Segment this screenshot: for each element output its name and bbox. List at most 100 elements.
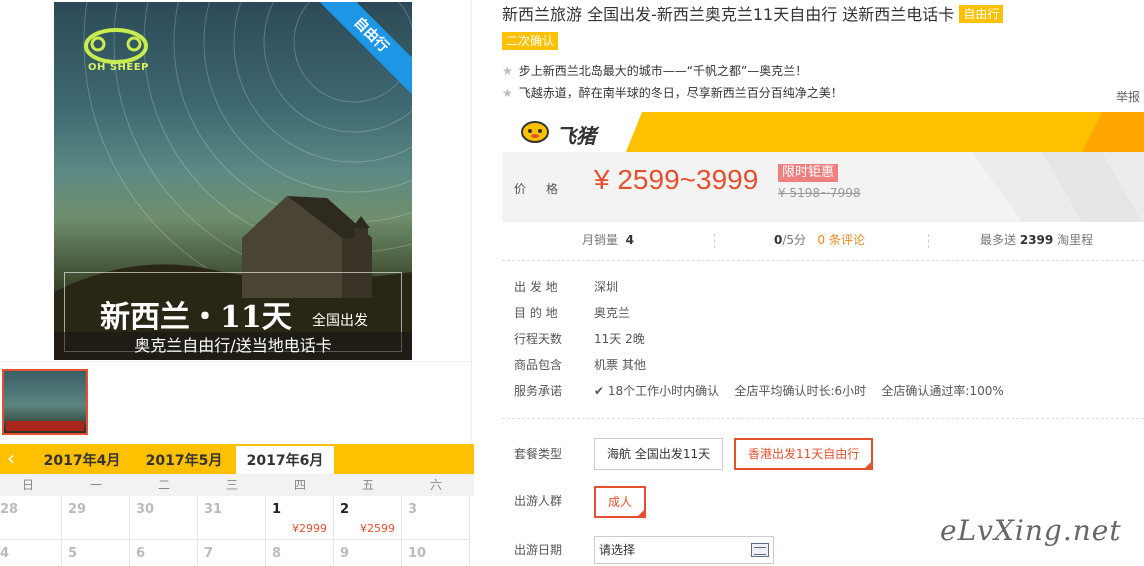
star-icon: ★ (502, 86, 513, 100)
calendar-day-price: ¥2999 (292, 522, 327, 535)
section-divider (502, 418, 1144, 419)
calendar-day-number: 30 (136, 502, 155, 517)
product-gallery: OH SHEEP 自由行 新西兰・11天 全国出发 奥克兰自由行/送当地电话卡 … (0, 0, 474, 566)
main-product-image[interactable]: OH SHEEP 自由行 新西兰・11天 全国出发 奥克兰自由行/送当地电话卡 (54, 2, 412, 360)
calendar-day: 31 (198, 496, 266, 540)
weekday-wed: 三 (225, 478, 238, 492)
calendar-header: ‹ 2017年4月 2017年5月 2017年6月 (0, 444, 474, 474)
image-subtitle: 全国出发 (312, 313, 368, 329)
calendar-day[interactable]: 1 ¥2999 (266, 496, 334, 540)
weekday-sun: 日 (21, 478, 34, 492)
calendar-day-number: 9 (340, 546, 350, 561)
thumbnail-1[interactable] (2, 369, 88, 435)
info-value: 11天 2晚 (594, 332, 645, 346)
info-key: 商品包含 (514, 358, 563, 372)
monthly-sales: 月销量 4 (582, 230, 634, 250)
fliggy-brand: 飞猪 (556, 124, 596, 148)
feature-1-text: 步上新西兰北岛最大的城市——“千帆之都”—奥克兰！ (518, 64, 808, 78)
package-option-hongkong[interactable]: 香港出发11天自由行 (734, 438, 874, 470)
free-travel-tag: 自由行 (959, 5, 1004, 23)
calendar-icon[interactable] (751, 543, 769, 557)
main-image-area: OH SHEEP 自由行 新西兰・11天 全国出发 奥克兰自由行/送当地电话卡 (0, 0, 472, 362)
weekday-mon: 一 (89, 478, 102, 492)
info-key: 目 的 地 (514, 306, 558, 320)
calendar-day: 6 (130, 540, 198, 566)
miles-value: 2399 (1019, 233, 1054, 247)
info-value: 奥克兰 (594, 306, 631, 320)
image-title: 新西兰・11天 (100, 300, 292, 335)
section-divider (502, 260, 1144, 261)
calendar-day-number: 28 (0, 502, 19, 517)
star-icon: ★ (502, 64, 513, 78)
calendar-day-price: ¥2599 (360, 522, 395, 535)
calendar-day: 30 (130, 496, 198, 540)
report-link[interactable]: 举报 (1116, 88, 1140, 105)
miles-reward: 最多送 2399 淘里程 (980, 230, 1093, 250)
stats-bar: 月销量 4 0/5分 0 条评论 最多送 2399 淘里程 (502, 230, 1144, 250)
check-circle-icon: ✔ (594, 384, 605, 398)
feature-2: ★ 飞越赤道，醉在南半球的冬日，尽享新西兰百分百纯净之美！ (502, 84, 843, 101)
watermark: eLvXing.net (940, 514, 1122, 547)
product-title-text: 新西兰旅游 全国出发-新西兰奥克兰11天自由行 送新西兰电话卡 (502, 5, 955, 24)
calendar-day: 8 (266, 540, 334, 566)
second-confirm-tag: 二次确认 (502, 32, 559, 50)
calendar-day[interactable]: 2 ¥2599 (334, 496, 402, 540)
price-calendar: ‹ 2017年4月 2017年5月 2017年6月 日 一 二 三 四 五 六 … (0, 444, 474, 566)
info-destination: 目 的 地 奥克兰 (514, 304, 630, 321)
rating: 0/5分 0 条评论 (774, 230, 865, 250)
original-price: ¥ 5198~7998 (778, 186, 861, 200)
info-value: 机票 其他 (594, 358, 646, 372)
travel-date-input[interactable]: 请选择 (594, 536, 774, 564)
calendar-tab-june[interactable]: 2017年6月 (236, 446, 334, 474)
calendar-day-number: 4 (0, 546, 10, 561)
info-key: 服务承诺 (514, 384, 563, 398)
product-detail: 新西兰旅游 全国出发-新西兰奥克兰11天自由行 送新西兰电话卡 自由行 二次确认… (502, 0, 1144, 566)
package-option-hna[interactable]: 海航 全国出发11天 (594, 438, 724, 470)
info-value: 深圳 (594, 280, 619, 294)
people-option-adult[interactable]: 成人 (594, 486, 647, 518)
calendar-weekdays: 日 一 二 三 四 五 六 (0, 474, 474, 496)
miles-suffix: 淘里程 (1057, 233, 1094, 247)
service-item: 全店确认通过率:100% (881, 384, 1004, 398)
stats-divider (714, 234, 715, 248)
calendar-day-number: 29 (68, 502, 87, 517)
price-value: ¥ 2599~3999 (594, 164, 759, 195)
calendar-tab-april[interactable]: 2017年4月 (36, 446, 128, 474)
info-departure: 出 发 地 深圳 (514, 278, 618, 295)
chevron-left-icon[interactable]: ‹ (0, 444, 22, 474)
info-service: 服务承诺 ✔ 18个工作小时内确认 全店平均确认时长:6小时 全店确认通过率:10… (514, 382, 1004, 399)
weekday-thu: 四 (293, 478, 306, 492)
rating-unit: /5分 (782, 233, 807, 247)
price-label: 价格 (514, 182, 579, 196)
service-item: 全店平均确认时长:6小时 (734, 384, 867, 398)
calendar-tab-may[interactable]: 2017年5月 (136, 446, 232, 474)
calendar-day-number: 8 (272, 546, 282, 561)
fliggy-logo-icon (521, 121, 549, 143)
product-title: 新西兰旅游 全国出发-新西兰奥克兰11天自由行 送新西兰电话卡 自由行 (502, 4, 1142, 26)
calendar-day-number: 1 (272, 502, 282, 517)
calendar-day: 3 (402, 496, 470, 540)
calendar-day: 10 (402, 540, 470, 566)
people-label: 出游人群 (514, 494, 563, 508)
reviews-link[interactable]: 0 条评论 (818, 233, 865, 247)
stats-divider (928, 234, 929, 248)
package-label: 套餐类型 (514, 447, 563, 461)
calendar-day-number: 10 (408, 546, 427, 561)
calendar-day-number: 2 (340, 502, 350, 517)
calendar-day-number: 3 (408, 502, 418, 517)
date-label: 出游日期 (514, 543, 563, 557)
calendar-day-number: 31 (204, 502, 223, 517)
promo-badge: 限时钜惠 (778, 164, 839, 182)
logo-text: OH SHEEP (88, 62, 149, 73)
thumbnail-strip (0, 362, 472, 444)
calendar-day: 9 (334, 540, 402, 566)
calendar-day-number: 5 (68, 546, 78, 561)
monthly-sales-value: 4 (625, 233, 635, 247)
info-duration: 行程天数 11天 2晚 (514, 330, 645, 347)
info-key: 行程天数 (514, 332, 563, 346)
price-box: 飞猪 价格 ¥ 2599~3999 限时钜惠 ¥ 5198~7998 (502, 112, 1144, 222)
calendar-day-number: 6 (136, 546, 146, 561)
weekday-tue: 二 (157, 478, 170, 492)
calendar-day: 29 (62, 496, 130, 540)
service-item: 18个工作小时内确认 (607, 384, 720, 398)
